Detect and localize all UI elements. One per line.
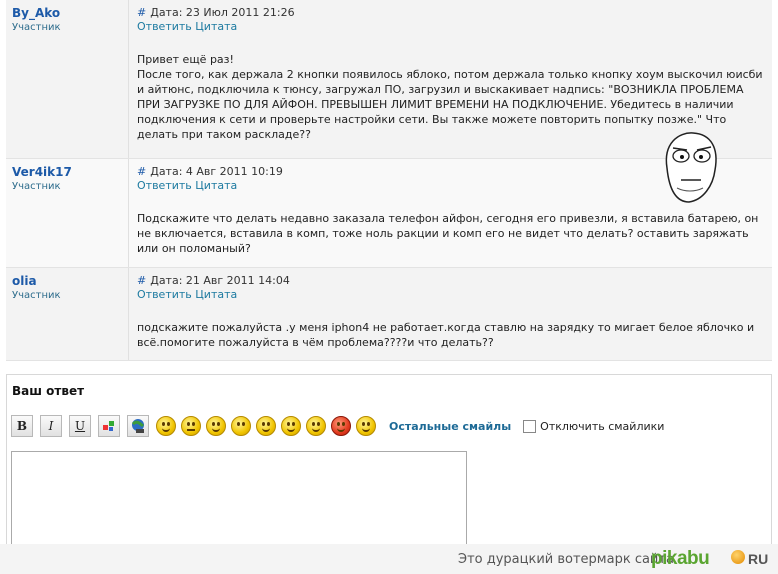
reply-link[interactable]: Ответить bbox=[137, 20, 192, 33]
pikabu-tld: RU bbox=[748, 551, 769, 567]
wink-smiley-icon[interactable] bbox=[256, 416, 276, 436]
reply-textarea[interactable] bbox=[11, 451, 467, 557]
link-globe-icon[interactable] bbox=[127, 415, 149, 437]
shocked-smiley-icon[interactable] bbox=[356, 416, 376, 436]
underline-button[interactable]: U bbox=[69, 415, 91, 437]
bold-button[interactable]: B bbox=[11, 415, 33, 437]
post-meta: # Дата: 21 Авг 2011 14:04 bbox=[137, 274, 766, 287]
surprised-smiley-icon[interactable] bbox=[306, 416, 326, 436]
watermark-text: Это дурацкий вотермарк сайта bbox=[458, 552, 674, 567]
smiley-icon[interactable] bbox=[156, 416, 176, 436]
watermark-bar: Это дурацкий вотермарк сайта pikabu RU bbox=[0, 544, 778, 574]
tongue-smiley-icon[interactable] bbox=[281, 416, 301, 436]
author-name[interactable]: olia bbox=[12, 274, 122, 288]
author-role: Участник bbox=[12, 290, 61, 301]
more-smileys-link[interactable]: Остальные смайлы bbox=[389, 420, 511, 433]
reply-title: Ваш ответ bbox=[12, 384, 85, 398]
confused-smiley-icon[interactable] bbox=[206, 416, 226, 436]
author-role: Участник bbox=[12, 22, 61, 33]
pikabu-logo-icon bbox=[731, 550, 745, 564]
plain-smiley-icon[interactable] bbox=[231, 416, 251, 436]
reply-form: Ваш ответ B I U Остальные смайлы Отключи… bbox=[6, 374, 772, 557]
angry-smiley-icon[interactable] bbox=[331, 416, 351, 436]
meme-face-image bbox=[665, 132, 717, 203]
disable-smileys-label: Отключить смайлики bbox=[540, 419, 665, 433]
quote-link[interactable]: Цитата bbox=[195, 288, 237, 301]
quote-link[interactable]: Цитата bbox=[195, 20, 237, 33]
author-name[interactable]: Ver4ik17 bbox=[12, 165, 122, 179]
post-meta: # Дата: 23 Июл 2011 21:26 bbox=[137, 6, 766, 19]
sad-smiley-icon[interactable] bbox=[181, 416, 201, 436]
editor-toolbar: B I U Остальные смайлы Отключить смайлик… bbox=[11, 415, 664, 437]
post-date: Дата: 4 Авг 2011 10:19 bbox=[150, 165, 283, 178]
post-permalink[interactable]: # bbox=[137, 165, 146, 178]
pikabu-logo: pikabu bbox=[651, 548, 710, 569]
post-text: подскажите пожалуйста .у меня iphon4 не … bbox=[137, 321, 755, 349]
post-author: olia Участник bbox=[6, 268, 129, 360]
post-author: Ver4ik17 Участник bbox=[6, 159, 129, 267]
post-author: By_Ako Участник bbox=[6, 0, 129, 158]
post-text: Подскажите что делать недавно заказала т… bbox=[137, 212, 759, 255]
post-date: Дата: 21 Авг 2011 14:04 bbox=[150, 274, 290, 287]
author-role: Участник bbox=[12, 181, 61, 192]
post: olia Участник # Дата: 21 Авг 2011 14:04 О… bbox=[6, 268, 772, 361]
disable-smileys-checkbox[interactable] bbox=[523, 419, 537, 433]
quote-link[interactable]: Цитата bbox=[195, 179, 237, 192]
post-date: Дата: 23 Июл 2011 21:26 bbox=[150, 6, 295, 19]
author-name[interactable]: By_Ako bbox=[12, 6, 122, 20]
post-body: # Дата: 21 Авг 2011 14:04 Ответить Цитата… bbox=[129, 268, 772, 360]
post-permalink[interactable]: # bbox=[137, 274, 146, 287]
reply-link[interactable]: Ответить bbox=[137, 179, 192, 192]
italic-button[interactable]: I bbox=[40, 415, 62, 437]
post-permalink[interactable]: # bbox=[137, 6, 146, 19]
reply-link[interactable]: Ответить bbox=[137, 288, 192, 301]
image-insert-icon[interactable] bbox=[98, 415, 120, 437]
